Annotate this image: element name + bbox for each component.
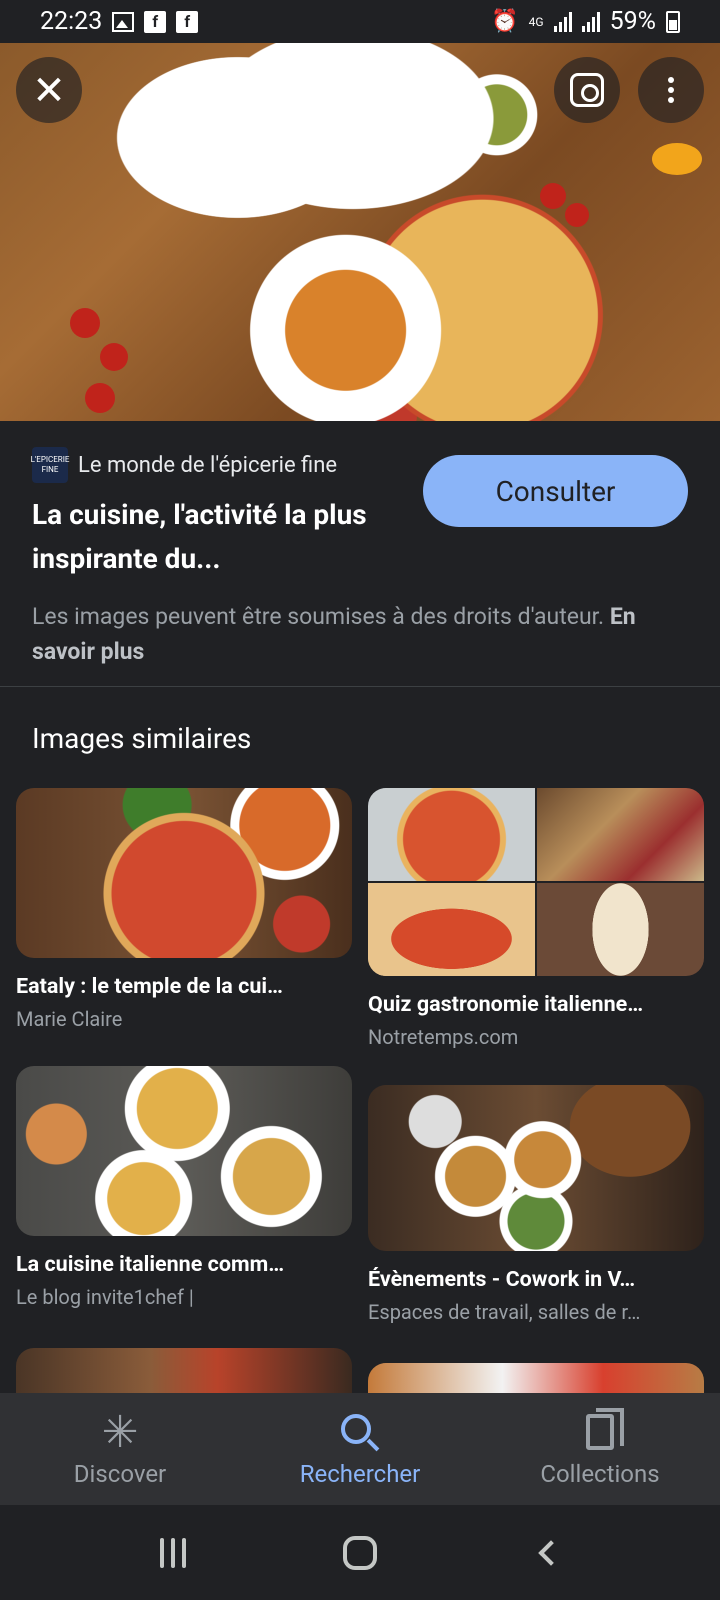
search-icon: [341, 1414, 371, 1444]
tomato-decor: [565, 203, 589, 227]
more-vert-icon: [668, 77, 674, 103]
bottom-navigation: ✳ Discover Rechercher Collections: [0, 1393, 720, 1505]
search-icon-wrapper: [341, 1410, 371, 1454]
alarm-icon: ⏰: [491, 9, 519, 34]
battery-icon: [666, 10, 680, 33]
similar-thumbnail[interactable]: [368, 788, 704, 976]
collections-icon: [586, 1408, 624, 1450]
tomato-decor: [85, 383, 115, 413]
card-source: Notretemps.com: [368, 1025, 519, 1049]
lens-button[interactable]: [554, 57, 620, 123]
similar-thumbnail[interactable]: [16, 788, 352, 958]
nav-collections[interactable]: Collections: [480, 1393, 720, 1505]
status-bar: 22:23 f f ⏰ 4G 59%: [0, 0, 720, 43]
nav-discover[interactable]: ✳ Discover: [0, 1393, 240, 1505]
collections-icon-wrapper: [586, 1408, 624, 1454]
card-title: La cuisine italienne comm…: [16, 1252, 285, 1277]
similar-card[interactable]: Eataly : le temple de la cui… Marie Clai…: [16, 788, 352, 1031]
facebook-icon: f: [144, 10, 167, 33]
rights-text: Les images peuvent être soumises à des d…: [32, 603, 605, 630]
facebook-icon: f: [176, 10, 199, 33]
source-logo: L'EPICERIE FINE: [31, 447, 69, 483]
recents-icon: [160, 1537, 187, 1568]
card-title: Évènements - Cowork in V…: [368, 1267, 636, 1292]
card-title: Quiz gastronomie italienne…: [368, 992, 644, 1017]
card-source: Marie Claire: [16, 1007, 123, 1031]
similar-thumbnail[interactable]: [16, 1066, 352, 1236]
signal-icon: [581, 11, 600, 32]
similar-thumbnail[interactable]: [368, 1085, 704, 1251]
signal-icon: [553, 11, 572, 32]
card-source: Le blog invite1chef |: [16, 1285, 194, 1309]
gallery-icon: [112, 11, 135, 32]
nav-label: Collections: [540, 1460, 660, 1488]
similar-card[interactable]: Quiz gastronomie italienne… Notretemps.c…: [368, 788, 704, 1049]
similar-heading: Images similaires: [32, 722, 252, 755]
home-button[interactable]: [330, 1523, 390, 1583]
copyright-notice: Les images peuvent être soumises à des d…: [32, 599, 672, 669]
source-name: Le monde de l'épicerie fine: [78, 452, 338, 478]
close-icon: ✕: [32, 66, 66, 114]
network-type: 4G: [528, 14, 544, 29]
source-row[interactable]: L'EPICERIE FINE Le monde de l'épicerie f…: [31, 447, 338, 483]
result-info: L'EPICERIE FINE Le monde de l'épicerie f…: [0, 421, 720, 687]
card-source: Espaces de travail, salles de r…: [368, 1300, 641, 1324]
tomato-decor: [70, 308, 100, 338]
back-button[interactable]: [517, 1523, 577, 1583]
more-options-button[interactable]: [638, 57, 704, 123]
visit-button[interactable]: Consulter: [423, 455, 688, 527]
asterisk-icon: ✳: [101, 1406, 139, 1458]
nav-label: Discover: [73, 1460, 167, 1488]
lens-icon: [570, 73, 604, 107]
tomato-decor: [100, 343, 128, 371]
recents-button[interactable]: [143, 1523, 203, 1583]
pepper-decor: [652, 143, 702, 175]
nav-label: Rechercher: [299, 1460, 421, 1488]
status-time: 22:23: [40, 7, 103, 36]
page-title[interactable]: La cuisine, l'activité la plus inspirant…: [32, 493, 392, 581]
close-button[interactable]: ✕: [16, 57, 82, 123]
battery-level: 59%: [609, 7, 656, 36]
similar-card[interactable]: Évènements - Cowork in V… Espaces de tra…: [368, 1085, 704, 1324]
card-title: Eataly : le temple de la cui…: [16, 974, 283, 999]
home-icon: [342, 1535, 377, 1570]
system-navigation: [0, 1505, 720, 1600]
similar-card[interactable]: La cuisine italienne comm… Le blog invit…: [16, 1066, 352, 1309]
nav-search[interactable]: Rechercher: [240, 1393, 480, 1505]
back-icon: [537, 1539, 564, 1566]
tomato-decor: [540, 183, 566, 209]
